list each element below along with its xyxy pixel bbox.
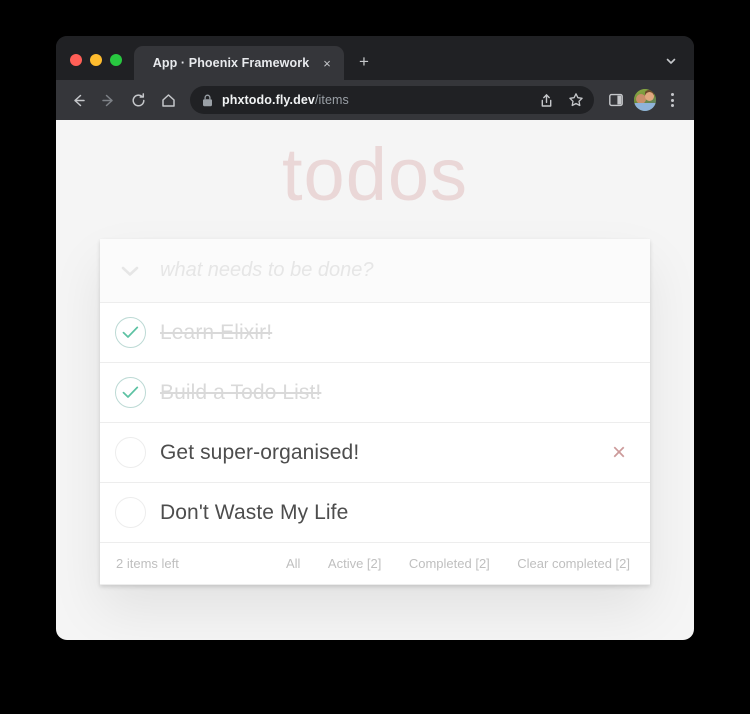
destroy-todo-button[interactable]: × bbox=[604, 438, 634, 468]
forward-arrow-icon[interactable] bbox=[94, 86, 122, 114]
new-todo-header bbox=[100, 239, 650, 303]
todo-item: Get super-organised! × bbox=[100, 423, 650, 483]
maximize-window-button[interactable] bbox=[110, 54, 122, 66]
filter-completed[interactable]: Completed [2] bbox=[409, 556, 490, 571]
tab-title: App · Phoenix Framework bbox=[152, 56, 310, 70]
toggle-todo-button[interactable] bbox=[100, 363, 160, 422]
profile-avatar[interactable] bbox=[634, 89, 656, 111]
page-title: todos bbox=[281, 133, 469, 216]
browser-tab[interactable]: App · Phoenix Framework × bbox=[134, 46, 344, 80]
clear-completed-button[interactable]: Clear completed [2] bbox=[517, 556, 630, 571]
todo-label[interactable]: Don't Waste My Life bbox=[160, 501, 650, 525]
toggle-todo-button[interactable] bbox=[100, 303, 160, 362]
checkbox-checked-icon bbox=[114, 377, 146, 408]
toggle-all-chevron-down-icon[interactable] bbox=[100, 239, 160, 302]
close-tab-icon[interactable]: × bbox=[318, 54, 336, 72]
tab-strip: App · Phoenix Framework × + bbox=[56, 36, 694, 80]
tab-list-chevron-down-icon[interactable] bbox=[658, 48, 684, 74]
todo-footer: 2 items left All Active [2] Completed [2… bbox=[100, 543, 650, 585]
back-arrow-icon[interactable] bbox=[64, 86, 92, 114]
todo-app-card: Learn Elixir! × Build a Todo List! × bbox=[100, 239, 650, 594]
filter-active[interactable]: Active [2] bbox=[328, 556, 381, 571]
checkbox-unchecked-icon bbox=[114, 437, 146, 468]
filter-links: All Active [2] Completed [2] Clear compl… bbox=[286, 556, 634, 571]
address-bar[interactable]: phxtodo.fly.dev/items bbox=[190, 86, 594, 114]
url-host: phxtodo.fly.dev bbox=[222, 93, 315, 107]
window-controls bbox=[56, 54, 134, 80]
share-icon[interactable] bbox=[532, 86, 560, 114]
todo-item: Don't Waste My Life × bbox=[100, 483, 650, 543]
toggle-todo-button[interactable] bbox=[100, 483, 160, 542]
checkbox-unchecked-icon bbox=[114, 497, 146, 528]
three-dot-menu-icon[interactable] bbox=[660, 87, 684, 113]
side-panel-icon[interactable] bbox=[602, 86, 630, 114]
todo-list: Learn Elixir! × Build a Todo List! × bbox=[100, 303, 650, 543]
reload-icon[interactable] bbox=[124, 86, 152, 114]
lock-icon bbox=[202, 94, 213, 107]
todo-item: Learn Elixir! × bbox=[100, 303, 650, 363]
minimize-window-button[interactable] bbox=[90, 54, 102, 66]
url-path: /items bbox=[314, 93, 349, 107]
close-window-button[interactable] bbox=[70, 54, 82, 66]
new-todo-input[interactable] bbox=[160, 259, 650, 282]
todo-label[interactable]: Build a Todo List! bbox=[160, 381, 650, 405]
filter-all[interactable]: All bbox=[286, 556, 300, 571]
todo-label[interactable]: Learn Elixir! bbox=[160, 321, 650, 345]
home-icon[interactable] bbox=[154, 86, 182, 114]
star-icon[interactable] bbox=[562, 86, 590, 114]
browser-window: App · Phoenix Framework × + phxtodo.fly.… bbox=[56, 36, 694, 640]
omnibox-actions bbox=[532, 86, 590, 114]
browser-toolbar: phxtodo.fly.dev/items bbox=[56, 80, 694, 120]
todo-item: Build a Todo List! × bbox=[100, 363, 650, 423]
items-left-count: 2 items left bbox=[116, 556, 179, 571]
toggle-todo-button[interactable] bbox=[100, 423, 160, 482]
checkbox-checked-icon bbox=[114, 317, 146, 348]
todo-label[interactable]: Get super-organised! bbox=[160, 441, 650, 465]
page-viewport: todos what needs to be done? Learn Elixi… bbox=[56, 120, 694, 640]
url-text: phxtodo.fly.dev/items bbox=[222, 93, 523, 107]
new-tab-button[interactable]: + bbox=[350, 48, 378, 76]
